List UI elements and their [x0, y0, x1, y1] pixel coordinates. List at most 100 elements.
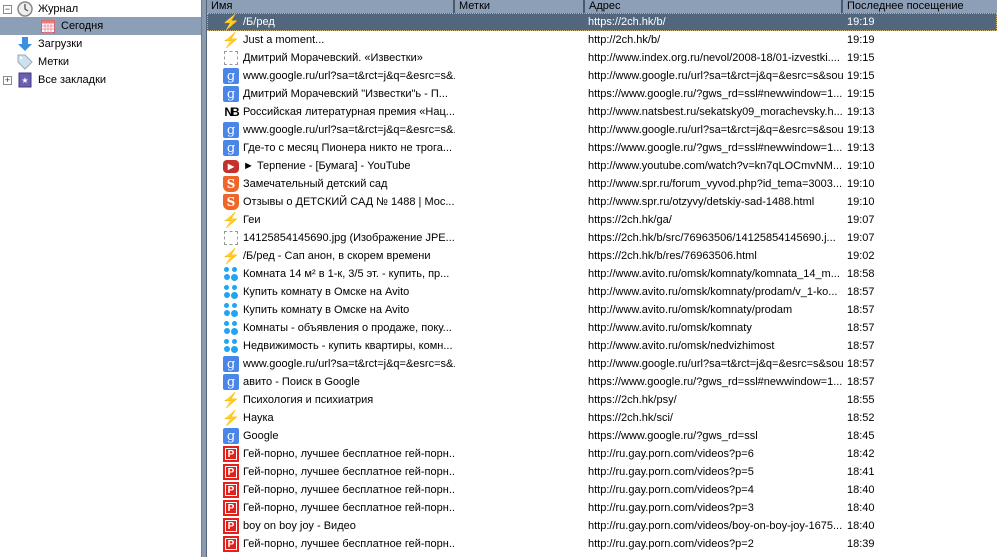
last-visit-cell: 18:57 — [847, 340, 875, 352]
page-title: авито - Поиск в Google — [243, 376, 360, 388]
google-icon: g — [223, 86, 239, 102]
table-row[interactable]: P Гей-порно, лучшее бесплатное гей-порн..… — [207, 481, 997, 499]
table-row[interactable]: 14125854145690.jpg (Изображение JPE... ht… — [207, 229, 997, 247]
table-row[interactable]: ⚡ Психология и психиатрия https://2ch.hk/p… — [207, 391, 997, 409]
table-row[interactable]: Pboy on boy joy - Видео http://ru.gay.por… — [207, 517, 997, 535]
address-cell: https://2ch.hk/b/ — [588, 16, 666, 28]
download-arrow-icon — [17, 36, 33, 52]
table-row[interactable]: P Гей-порно, лучшее бесплатное гей-порн..… — [207, 463, 997, 481]
table-row[interactable]: S Замечательный детский сад http://www.spr… — [207, 175, 997, 193]
last-visit-cell: 19:02 — [847, 250, 875, 262]
table-row[interactable]: Недвижимость - купить квартиры, комн... h… — [207, 337, 997, 355]
table-row[interactable]: ▶ ► Терпение - [Бумага] - YouTube http://w… — [207, 157, 997, 175]
collapse-toggle[interactable]: − — [3, 4, 12, 14]
bookmarks-book-icon: ★ — [17, 72, 33, 88]
porn-site-icon: P — [223, 500, 239, 516]
page-title: www.google.ru/url?sa=t&rct=j&q=&esrc=s&.… — [243, 124, 455, 136]
table-row[interactable]: g www.google.ru/url?sa=t&rct=j&q=&esrc=s&… — [207, 355, 997, 373]
table-row[interactable]: ⚡ Геи https://2ch.hk/ga/19:07 — [207, 211, 997, 229]
address-cell: http://www.spr.ru/forum_vyvod.php?id_tem… — [588, 178, 843, 190]
last-visit-cell: 18:40 — [847, 502, 875, 514]
table-row[interactable]: g Google https://www.google.ru/?gws_rd=ssl… — [207, 427, 997, 445]
sidebar-item-label: Загрузки — [38, 38, 83, 50]
sidebar-item-all-bookmarks[interactable]: + ★ Все закладки — [0, 71, 201, 89]
address-cell: http://www.google.ru/url?sa=t&rct=j&q=&e… — [588, 124, 843, 136]
google-icon: g — [223, 140, 239, 156]
page-title: Гей-порно, лучшее бесплатное гей-порн... — [243, 466, 455, 478]
sidebar-item-tags[interactable]: Метки — [0, 53, 201, 71]
table-row[interactable]: g www.google.ru/url?sa=t&rct=j&q=&esrc=s&… — [207, 67, 997, 85]
last-visit-cell: 19:15 — [847, 70, 875, 82]
table-row[interactable]: P Гей-порно, лучшее бесплатное гей-порн..… — [207, 445, 997, 463]
sidebar-item-downloads[interactable]: Загрузки — [0, 35, 201, 53]
page-title: Дмитрий Морачевский "Известки"ь - П... — [243, 88, 448, 100]
address-cell: https://www.google.ru/?gws_rd=ssl#newwin… — [588, 376, 843, 388]
name-cell: S Отзывы о ДЕТСКИЙ САД № 1488 | Мос... — [207, 194, 455, 210]
address-cell: https://2ch.hk/b/src/76963506/1412585414… — [588, 232, 836, 244]
last-visit-cell: 19:10 — [847, 196, 875, 208]
table-row[interactable]: ⚡ Just a moment... http://2ch.hk/b/19:19 — [207, 31, 997, 49]
address-cell: https://2ch.hk/sci/ — [588, 412, 673, 424]
sidebar-item-label: Метки — [38, 56, 70, 68]
last-visit-cell: 18:57 — [847, 376, 875, 388]
table-row[interactable]: P Гей-порно, лучшее бесплатное гей-порн..… — [207, 535, 997, 553]
google-icon: g — [223, 122, 239, 138]
name-cell: ⚡ Just a moment... — [207, 32, 455, 48]
last-visit-cell: 19:10 — [847, 160, 875, 172]
name-cell: Комнаты - объявления о продаже, поку... — [207, 320, 455, 336]
google-icon: g — [223, 428, 239, 444]
table-row[interactable]: Комнаты - объявления о продаже, поку... h… — [207, 319, 997, 337]
name-cell: P Гей-порно, лучшее бесплатное гей-порн..… — [207, 446, 455, 462]
last-visit-cell: 18:52 — [847, 412, 875, 424]
lightning-bolt-icon: ⚡ — [221, 410, 241, 426]
column-header-address[interactable]: Адрес — [585, 0, 843, 13]
last-visit-cell: 18:40 — [847, 484, 875, 496]
sidebar-item-today[interactable]: Сегодня — [0, 17, 201, 35]
last-visit-cell: 18:41 — [847, 466, 875, 478]
table-row[interactable]: ⚡ Наука https://2ch.hk/sci/18:52 — [207, 409, 997, 427]
name-cell: ▶ ► Терпение - [Бумага] - YouTube — [207, 159, 455, 173]
expand-toggle[interactable]: + — [3, 75, 12, 85]
page-title: Наука — [243, 412, 274, 424]
address-cell: http://ru.gay.porn.com/videos?p=6 — [588, 448, 754, 460]
address-cell: http://ru.gay.porn.com/videos?p=3 — [588, 502, 754, 514]
page-title: Гей-порно, лучшее бесплатное гей-порн... — [243, 448, 455, 460]
porn-site-icon: P — [223, 446, 239, 462]
page-title: Отзывы о ДЕТСКИЙ САД № 1488 | Мос... — [243, 196, 455, 208]
name-cell: 14125854145690.jpg (Изображение JPE... — [207, 231, 455, 245]
table-row[interactable]: Купить комнату в Омске на Avito http://ww… — [207, 283, 997, 301]
table-row[interactable]: g Где-то с месяц Пионера никто не трога..… — [207, 139, 997, 157]
table-row[interactable]: S Отзывы о ДЕТСКИЙ САД № 1488 | Мос... htt… — [207, 193, 997, 211]
page-title: Где-то с месяц Пионера никто не трога... — [243, 142, 453, 154]
table-row[interactable]: Дмитрий Морачевский. «Известки» http://ww… — [207, 49, 997, 67]
lightning-bolt-icon: ⚡ — [221, 392, 241, 408]
page-title: Гей-порно, лучшее бесплатное гей-порн... — [243, 484, 455, 496]
name-cell: P Гей-порно, лучшее бесплатное гей-порн..… — [207, 464, 455, 480]
table-row[interactable]: g Дмитрий Морачевский "Известки"ь - П... h… — [207, 85, 997, 103]
page-title: Российская литературная премия «Нац... — [243, 106, 455, 118]
name-cell: g www.google.ru/url?sa=t&rct=j&q=&esrc=s&… — [207, 68, 455, 84]
page-title: Дмитрий Морачевский. «Известки» — [243, 52, 423, 64]
table-row[interactable]: Комната 14 м² в 1-к, 3/5 эт. - купить, п… — [207, 265, 997, 283]
name-cell: ⚡/Б/ред — [207, 14, 455, 30]
name-cell: Дмитрий Морачевский. «Известки» — [207, 51, 455, 65]
name-cell: g Где-то с месяц Пионера никто не трога..… — [207, 140, 455, 156]
table-row[interactable]: ⚡/Б/ред - Сап анон, в скорем времени http… — [207, 247, 997, 265]
calendar-icon — [40, 18, 56, 34]
table-row[interactable]: ⚡/Б/ред https://2ch.hk/b/19:19 — [207, 13, 997, 31]
name-cell: Недвижимость - купить квартиры, комн... — [207, 338, 455, 354]
table-row[interactable]: g авито - Поиск в Google https://www.googl… — [207, 373, 997, 391]
table-row[interactable]: Купить комнату в Омске на Avito http://ww… — [207, 301, 997, 319]
page-title: Замечательный детский сад — [243, 178, 388, 190]
sidebar-item-history[interactable]: − Журнал — [0, 0, 201, 18]
column-header-tags[interactable]: Метки — [455, 0, 585, 13]
column-header-last-visit[interactable]: Последнее посещение — [843, 0, 997, 13]
page-title: 14125854145690.jpg (Изображение JPE... — [243, 232, 455, 244]
porn-site-icon: P — [223, 536, 239, 552]
column-header-name[interactable]: Имя — [207, 0, 455, 13]
table-row[interactable]: g www.google.ru/url?sa=t&rct=j&q=&esrc=s&… — [207, 121, 997, 139]
svg-text:★: ★ — [21, 76, 28, 85]
table-row[interactable]: P Гей-порно, лучшее бесплатное гей-порн..… — [207, 499, 997, 517]
name-cell: Купить комнату в Омске на Avito — [207, 284, 455, 300]
table-row[interactable]: NB Российская литературная премия «Нац...… — [207, 103, 997, 121]
